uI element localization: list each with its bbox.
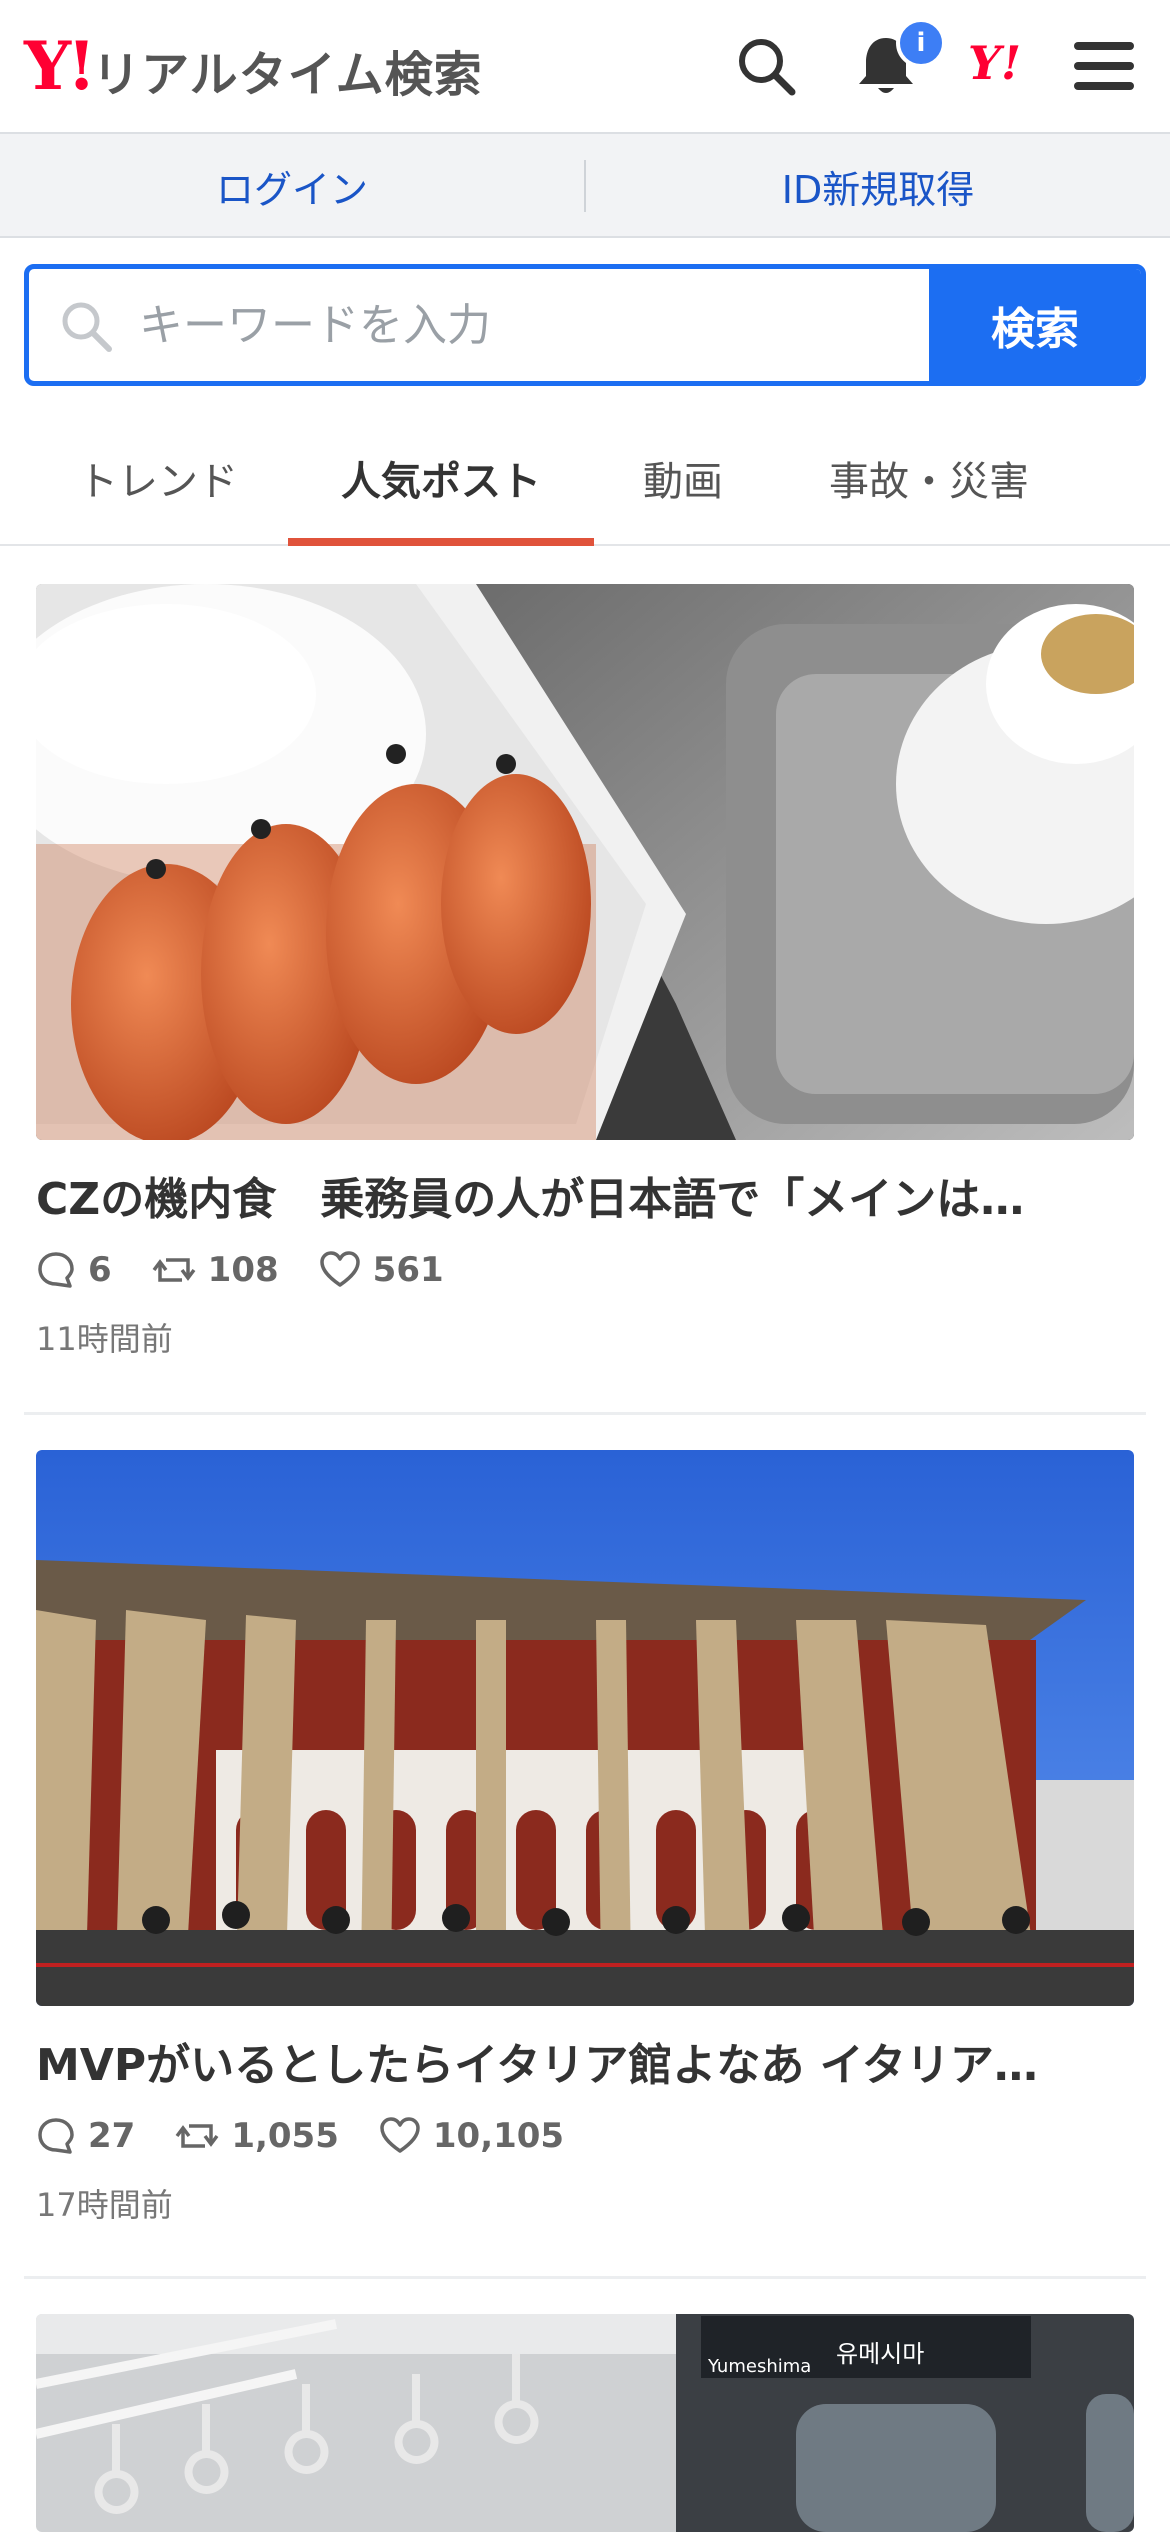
post-timestamp: 11時間前 — [36, 1320, 173, 1358]
heart-icon — [380, 2117, 420, 2153]
post-separator — [24, 2276, 1146, 2279]
post-image[interactable]: 유메시마 Yumeshima — [36, 2314, 1134, 2532]
search-button[interactable]: 検索 — [929, 269, 1141, 381]
yahoo-realtime-logo[interactable]: Y! リアルタイム検索 — [24, 27, 483, 105]
yahoo-logo-icon[interactable]: Y! — [968, 36, 1021, 90]
reply-count[interactable]: 6 — [36, 1250, 112, 1290]
like-count-value: 561 — [372, 1250, 444, 1290]
login-link[interactable]: ログイン — [0, 134, 584, 238]
post-stats: 27 1,055 10,105 — [36, 2110, 1134, 2162]
tab-trend[interactable]: トレンド — [40, 410, 276, 546]
repost-count-value: 1,055 — [231, 2116, 339, 2156]
post-stats: 6 108 561 — [36, 1244, 1134, 1296]
reply-icon — [38, 1252, 74, 1288]
post-card[interactable]: CZの機内食 乗務員の人が日本語で「メインは… 6 108 561 11時間前 — [36, 584, 1134, 1360]
post-title[interactable]: MVPがいるとしたらイタリア館よなあ イタリア… — [36, 2036, 1134, 2096]
post-card[interactable]: MVPがいるとしたらイタリア館よなあ イタリア… 27 1,055 10,105… — [36, 1450, 1134, 2226]
station-sign-kr: 유메시마 — [836, 2340, 924, 2368]
repost-icon — [152, 1258, 196, 1282]
reply-count[interactable]: 27 — [36, 2116, 135, 2156]
active-tab-indicator — [288, 538, 594, 546]
repost-count-value: 108 — [207, 1250, 279, 1290]
search-input[interactable] — [139, 269, 939, 381]
station-sign-en: Yumeshima — [707, 2356, 811, 2377]
like-count[interactable]: 10,105 — [379, 2116, 564, 2156]
repost-count[interactable]: 108 — [152, 1250, 279, 1290]
post-card[interactable]: 유메시마 Yumeshima — [36, 2314, 1134, 2532]
reply-icon — [38, 2118, 74, 2154]
heart-icon — [319, 1251, 360, 1287]
notification-badge[interactable]: i — [896, 18, 946, 68]
search-box: 検索 — [24, 264, 1146, 386]
tab-videos[interactable]: 動画 — [600, 410, 766, 546]
menu-icon[interactable] — [1068, 30, 1140, 102]
app-header: Y! リアルタイム検索 i Y! — [0, 0, 1170, 134]
reply-count-value: 27 — [88, 2116, 136, 2156]
repost-count[interactable]: 1,055 — [175, 2116, 339, 2156]
signup-link[interactable]: ID新規取得 — [586, 134, 1170, 238]
logo-text: リアルタイム検索 — [92, 47, 483, 103]
post-image[interactable] — [36, 1450, 1134, 2006]
post-separator — [24, 1412, 1146, 1415]
logo-mark: Y! — [24, 27, 96, 105]
like-count-value: 10,105 — [432, 2116, 565, 2156]
post-title[interactable]: CZの機内食 乗務員の人が日本語で「メインは… — [36, 1170, 1134, 1230]
post-image[interactable] — [36, 584, 1134, 1140]
tab-accidents-disasters[interactable]: 事故・災害 — [786, 410, 1072, 546]
auth-bar: ログイン ID新規取得 — [0, 134, 1170, 238]
category-tabs: トレンド 人気ポスト 動画 事故・災害 — [0, 410, 1170, 546]
repost-icon — [175, 2124, 219, 2148]
search-icon[interactable] — [730, 30, 802, 102]
reply-count-value: 6 — [88, 1250, 112, 1290]
tab-popular-posts[interactable]: 人気ポスト — [288, 410, 594, 546]
post-timestamp: 17時間前 — [36, 2186, 173, 2224]
like-count[interactable]: 561 — [319, 1250, 444, 1290]
search-field-icon — [59, 299, 113, 357]
